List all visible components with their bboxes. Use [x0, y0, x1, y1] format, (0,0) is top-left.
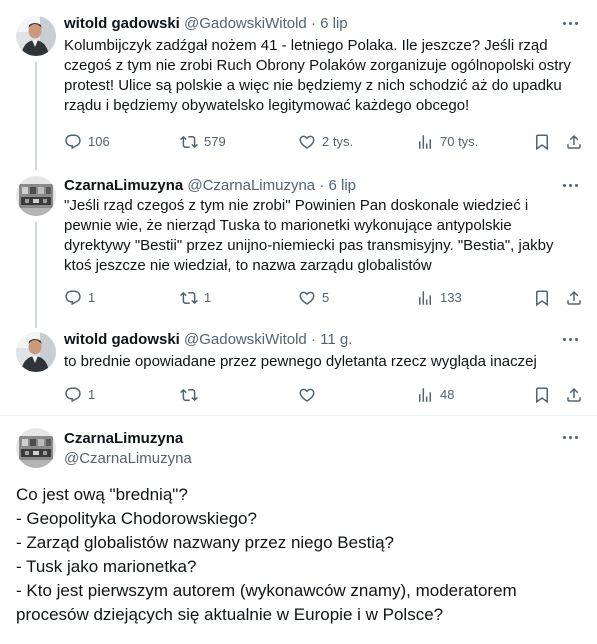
- tweet-header: witold gadowski @GadowskiWitold · 6 lip: [64, 14, 348, 34]
- text-line: protest! Ulice są polskie a więc nie będ…: [64, 77, 562, 94]
- like-button[interactable]: 2 tys.: [298, 132, 353, 152]
- reply-count: 1: [88, 387, 96, 402]
- tweet-text: Kolumbijczyk zadźgał nożem 41 - letniego…: [64, 36, 586, 116]
- author-handle[interactable]: @GadowskiWitold: [184, 15, 307, 32]
- reply-button[interactable]: 106: [64, 132, 110, 152]
- views-icon: [416, 133, 434, 151]
- bookmark-icon[interactable]: [533, 132, 551, 152]
- like-count: 5: [322, 290, 330, 305]
- views-count: 48: [440, 387, 455, 402]
- tweet[interactable]: witold gadowski @GadowskiWitold · 6 lip …: [0, 14, 597, 170]
- text-line: ktoś jeszcze nie wiedział, to nazwa zarz…: [64, 257, 432, 274]
- repost-button[interactable]: 1: [180, 288, 211, 308]
- author-handle[interactable]: @CzarnaLimuzyna: [64, 449, 192, 469]
- avatar[interactable]: [16, 428, 56, 468]
- bookmark-icon[interactable]: [533, 385, 551, 405]
- main-tweet: CzarnaLimuzyna @CzarnaLimuzyna Co jest o…: [0, 428, 597, 644]
- tweet-text: "Jeśli rząd czegoś z tym nie zrobi" Powi…: [64, 196, 586, 276]
- like-button[interactable]: [298, 385, 322, 405]
- repost-icon: [180, 133, 198, 151]
- author-handle[interactable]: @GadowskiWitold: [184, 331, 307, 348]
- tweet-header: CzarnaLimuzyna @CzarnaLimuzyna · 6 lip: [64, 176, 356, 196]
- share-icon[interactable]: [565, 288, 583, 308]
- views-count: 133: [440, 290, 462, 305]
- views-button[interactable]: 70 tys.: [416, 132, 478, 152]
- repost-icon: [180, 289, 198, 307]
- timestamp[interactable]: 6 lip: [329, 177, 357, 194]
- text-line: Kolumbijczyk zadźgał nożem 41 - letniego…: [64, 37, 548, 54]
- separator: ·: [310, 331, 316, 348]
- author-handle[interactable]: @CzarnaLimuzyna: [187, 177, 315, 194]
- separator: ·: [319, 177, 325, 194]
- tweet[interactable]: CzarnaLimuzyna @CzarnaLimuzyna · 6 lip "…: [0, 176, 597, 328]
- action-bar: 1 1 5 133: [64, 288, 584, 308]
- more-icon[interactable]: [563, 182, 579, 190]
- repost-button[interactable]: 579: [180, 132, 226, 152]
- timestamp[interactable]: 6 lip: [320, 15, 348, 32]
- author-name[interactable]: witold gadowski: [64, 331, 180, 348]
- reply-count: 106: [88, 134, 110, 149]
- text-line: "Jeśli rząd czegoś z tym nie zrobi" Powi…: [64, 197, 529, 214]
- share-icon[interactable]: [565, 132, 583, 152]
- tweet-text: Co jest ową "brednią"? - Geopolityka Cho…: [16, 483, 586, 627]
- reply-icon: [64, 386, 82, 404]
- text-line: - Geopolityka Chodorowskiego?: [16, 509, 257, 528]
- more-icon[interactable]: [563, 20, 579, 28]
- thread-line: [35, 222, 37, 328]
- text-line: Co jest ową "brednią"?: [16, 485, 188, 504]
- text-line: pewnie wie, że nierząd Tuska to marionet…: [64, 217, 512, 234]
- action-bar: 106 579 2 tys. 70 tys.: [64, 132, 584, 152]
- like-icon: [298, 133, 316, 151]
- views-button[interactable]: 48: [416, 385, 454, 405]
- more-icon[interactable]: [563, 434, 579, 442]
- repost-icon: [180, 386, 198, 404]
- author-name[interactable]: CzarnaLimuzyna: [64, 429, 183, 449]
- text-line: to brednie opowiadane przez pewnego dyle…: [64, 353, 537, 370]
- text-line: procesów dziejących się aktualnie w Euro…: [16, 605, 444, 624]
- text-line: - Zarząd globalistów nazwany przez niego…: [16, 533, 394, 552]
- like-icon: [298, 386, 316, 404]
- author-name[interactable]: witold gadowski: [64, 15, 180, 32]
- reply-icon: [64, 289, 82, 307]
- tweet[interactable]: witold gadowski @GadowskiWitold · 11 g. …: [0, 330, 597, 410]
- reply-button[interactable]: 1: [64, 385, 95, 405]
- thread-line: [35, 62, 37, 170]
- text-line: - Kto jest pierwszym autorem (wykonawców…: [16, 581, 517, 600]
- like-count: 2 tys.: [322, 134, 354, 149]
- timestamp[interactable]: 11 g.: [320, 331, 352, 348]
- tweet-text: to brednie opowiadane przez pewnego dyle…: [64, 352, 586, 372]
- text-line: - Tusk jako marionetka?: [16, 557, 197, 576]
- views-icon: [416, 289, 434, 307]
- share-icon[interactable]: [565, 385, 583, 405]
- repost-button[interactable]: [180, 385, 204, 405]
- text-line: dyrektywy "Bestii" przez unijno-niemieck…: [64, 237, 554, 254]
- like-icon: [298, 289, 316, 307]
- views-count: 70 tys.: [440, 134, 479, 149]
- more-icon[interactable]: [563, 336, 579, 344]
- separator: ·: [310, 15, 316, 32]
- text-line: czegoś z tym nie zrobi Ruch Obrony Polak…: [64, 57, 571, 74]
- tweet-header: witold gadowski @GadowskiWitold · 11 g.: [64, 330, 352, 350]
- reply-count: 1: [88, 290, 96, 305]
- views-icon: [416, 386, 434, 404]
- bookmark-icon[interactable]: [533, 288, 551, 308]
- reply-button[interactable]: 1: [64, 288, 95, 308]
- repost-count: 579: [204, 134, 226, 149]
- divider: [0, 415, 597, 416]
- repost-count: 1: [204, 290, 212, 305]
- author-name[interactable]: CzarnaLimuzyna: [64, 177, 183, 194]
- reply-icon: [64, 133, 82, 151]
- avatar[interactable]: [16, 16, 56, 56]
- avatar[interactable]: [16, 176, 56, 216]
- text-line: rządu i będziemy obywatelsko legitymować…: [64, 97, 470, 114]
- views-button[interactable]: 133: [416, 288, 462, 308]
- avatar[interactable]: [16, 332, 56, 372]
- like-button[interactable]: 5: [298, 288, 329, 308]
- action-bar: 1 48: [64, 385, 584, 405]
